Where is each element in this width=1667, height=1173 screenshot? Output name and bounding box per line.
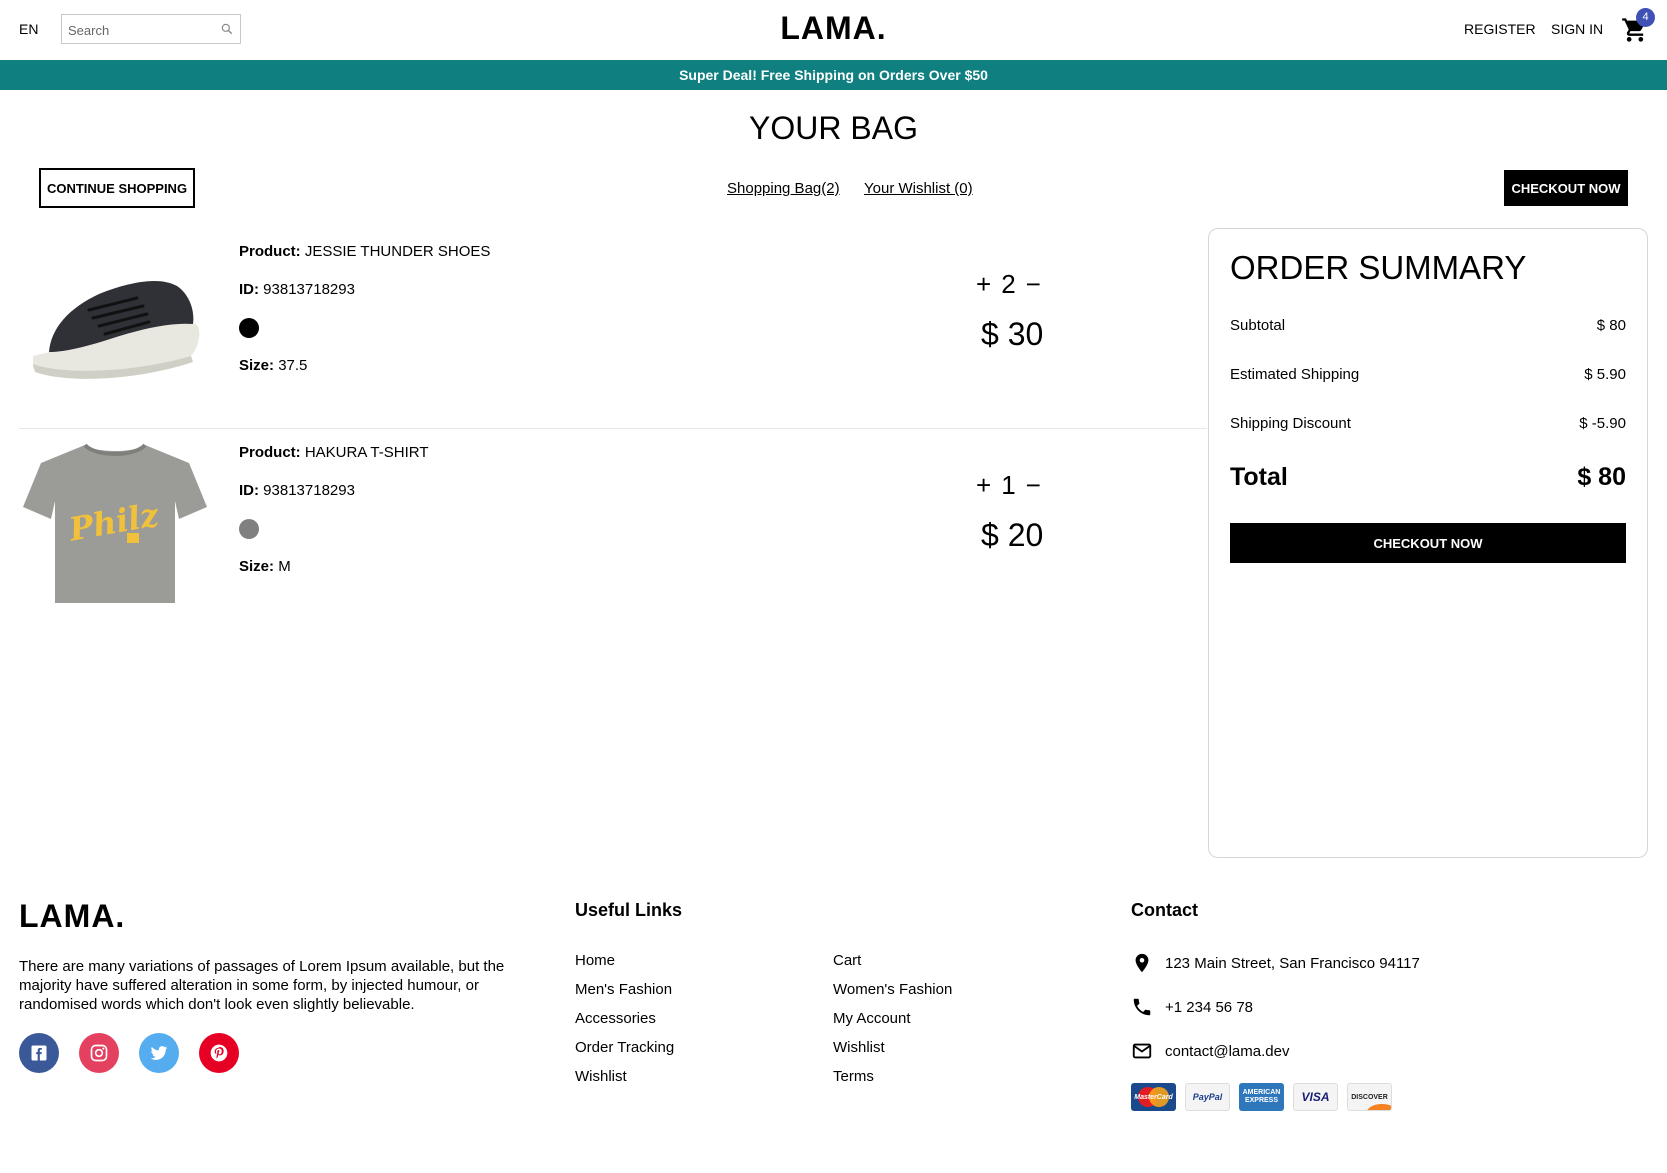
product-size: M <box>278 558 291 575</box>
useful-links-heading: Useful Links <box>575 900 683 920</box>
size-label: Size: <box>239 357 275 374</box>
checkout-now-top-button[interactable]: CHECKOUT NOW <box>1504 170 1628 206</box>
contact-heading: Contact <box>1131 900 1198 920</box>
discount-value: $ -5.90 <box>1579 415 1626 432</box>
instagram-icon[interactable] <box>79 1033 119 1073</box>
search-input[interactable] <box>68 21 218 39</box>
cart-count-badge: 4 <box>1636 8 1655 27</box>
footer-link-cart[interactable]: Cart <box>833 952 861 969</box>
footer-link-accessories[interactable]: Accessories <box>575 1010 656 1027</box>
contact-email: contact@lama.dev <box>1131 1040 1289 1062</box>
language-selector[interactable]: EN <box>19 21 38 37</box>
discount-label: Shipping Discount <box>1230 415 1351 432</box>
id-label: ID: <box>239 281 259 298</box>
decrease-quantity-button[interactable]: − <box>1026 470 1041 501</box>
continue-shopping-button[interactable]: CONTINUE SHOPPING <box>39 168 195 208</box>
product-price: $ 20 <box>981 517 1044 553</box>
tshirt-image: Philz <box>23 443 207 603</box>
id-label: ID: <box>239 482 259 499</box>
shoe-image <box>33 280 200 379</box>
site-logo[interactable]: LAMA. <box>780 10 886 46</box>
search-icon[interactable] <box>220 22 234 36</box>
subtotal-value: $ 80 <box>1596 317 1626 334</box>
shipping-value: $ 5.90 <box>1584 366 1626 383</box>
quantity-value: 1 <box>1001 470 1016 500</box>
shipping-row: Estimated Shipping $ 5.90 <box>1230 366 1626 383</box>
product-label: Product: <box>239 243 301 260</box>
subtotal-label: Subtotal <box>1230 317 1286 334</box>
quantity-value: 2 <box>1001 269 1016 299</box>
announcement-bar: Super Deal! Free Shipping on Orders Over… <box>0 60 1667 90</box>
payment-methods: MasterCard PayPal AMERICAN EXPRESS VISA … <box>1131 1083 1392 1111</box>
contact-phone: +1 234 56 78 <box>1131 996 1253 1018</box>
footer-link-order-tracking[interactable]: Order Tracking <box>575 1039 674 1056</box>
pinterest-icon[interactable] <box>199 1033 239 1073</box>
total-value: $ 80 <box>1577 463 1626 491</box>
discover-icon: DISCOVER <box>1347 1083 1392 1111</box>
total-label: Total <box>1230 463 1288 491</box>
footer-link-home[interactable]: Home <box>575 952 615 969</box>
contact-address: 123 Main Street, San Francisco 94117 <box>1131 952 1420 974</box>
cart-item: Product: JESSIE THUNDER SHOES ID: 938137… <box>19 228 1207 428</box>
subtotal-row: Subtotal $ 80 <box>1230 317 1626 334</box>
visa-icon: VISA <box>1293 1083 1338 1111</box>
increase-quantity-button[interactable]: + <box>976 269 991 300</box>
footer-link-womens-fashion[interactable]: Women's Fashion <box>833 981 952 998</box>
checkout-now-button[interactable]: CHECKOUT NOW <box>1230 523 1626 563</box>
product-color-swatch <box>239 318 259 338</box>
twitter-icon[interactable] <box>139 1033 179 1073</box>
mail-icon <box>1132 1043 1152 1059</box>
footer-link-mens-fashion[interactable]: Men's Fashion <box>575 981 672 998</box>
phone-text[interactable]: +1 234 56 78 <box>1165 999 1253 1016</box>
product-name: JESSIE THUNDER SHOES <box>304 243 491 260</box>
location-pin-icon <box>1135 953 1149 973</box>
page-title: YOUR BAG <box>749 110 918 146</box>
product-price: $ 30 <box>981 316 1044 352</box>
register-link[interactable]: REGISTER <box>1464 21 1536 37</box>
address-text: 123 Main Street, San Francisco 94117 <box>1165 954 1420 972</box>
paypal-icon: PayPal <box>1185 1083 1230 1111</box>
decrease-quantity-button[interactable]: − <box>1026 269 1041 300</box>
total-row: Total $ 80 <box>1230 463 1626 492</box>
cart-item: Philz Product: HAKURA T-SHIRT ID: 938137… <box>19 429 1207 629</box>
navbar: EN LAMA. REGISTER SIGN IN 4 <box>0 0 1667 60</box>
footer-logo[interactable]: LAMA. <box>19 898 125 935</box>
search-box[interactable] <box>61 14 241 44</box>
product-size: 37.5 <box>278 357 308 374</box>
wishlist-link[interactable]: Your Wishlist (0) <box>864 180 973 197</box>
mastercard-icon: MasterCard <box>1131 1083 1176 1111</box>
order-summary: ORDER SUMMARY Subtotal $ 80 Estimated Sh… <box>1208 228 1648 858</box>
increase-quantity-button[interactable]: + <box>976 470 991 501</box>
american-express-icon: AMERICAN EXPRESS <box>1239 1083 1284 1111</box>
email-text[interactable]: contact@lama.dev <box>1165 1043 1289 1060</box>
product-name: HAKURA T-SHIRT <box>304 444 429 461</box>
size-label: Size: <box>239 558 275 575</box>
product-label: Product: <box>239 444 301 461</box>
discount-row: Shipping Discount $ -5.90 <box>1230 415 1626 432</box>
product-color-swatch <box>239 519 259 539</box>
footer-link-wishlist[interactable]: Wishlist <box>575 1068 627 1085</box>
footer-link-my-account[interactable]: My Account <box>833 1010 911 1027</box>
phone-icon <box>1133 998 1151 1016</box>
footer-link-terms[interactable]: Terms <box>833 1068 874 1085</box>
shopping-bag-link[interactable]: Shopping Bag(2) <box>727 180 840 197</box>
product-id: 93813718293 <box>263 281 355 298</box>
sign-in-link[interactable]: SIGN IN <box>1551 21 1603 37</box>
order-summary-title: ORDER SUMMARY <box>1230 249 1527 286</box>
footer-description: There are many variations of passages of… <box>19 958 505 1013</box>
facebook-icon[interactable] <box>19 1033 59 1073</box>
shipping-label: Estimated Shipping <box>1230 366 1360 383</box>
product-id: 93813718293 <box>263 482 355 499</box>
footer-link-wishlist[interactable]: Wishlist <box>833 1039 885 1056</box>
